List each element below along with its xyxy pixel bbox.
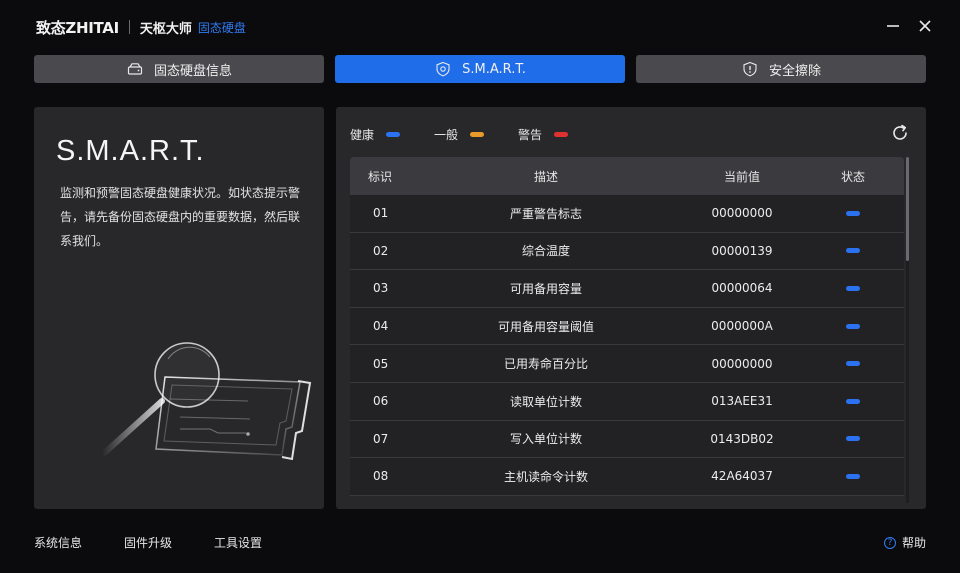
header-value: 当前值 [723,169,760,184]
tab-smart-label: S.M.A.R.T. [462,61,526,77]
row-id: 04 [373,319,389,334]
row-id: 07 [373,431,389,446]
row-id: 02 [373,243,389,258]
system-info-link[interactable]: 系统信息 [34,534,82,551]
status-indicator [846,210,860,216]
smart-intro-panel: S.M.A.R.T. 监测和预警固态硬盘健康状况。如状态提示警告，请先备份固态硬… [34,107,324,509]
legend-warning: 警告 [518,126,569,143]
panel-title: S.M.A.R.T. [56,135,205,167]
help-icon: ? [883,536,896,549]
smart-table: 标识 描述 当前值 状态 01 严重警告标志 00000000 02 综合温度 … [350,157,904,496]
tab-ssd-info-label: 固态硬盘信息 [153,63,232,79]
table-row: 01 严重警告标志 00000000 [350,195,904,233]
legend-normal-label: 一般 [434,128,459,142]
legend-normal-swatch [470,132,485,137]
row-desc: 严重警告标志 [509,206,582,221]
minimize-icon [887,25,899,27]
status-indicator [846,398,860,404]
status-indicator [846,473,860,479]
status-indicator [846,323,860,329]
row-value: 0000000A [711,319,773,334]
tool-settings-link[interactable]: 工具设置 [214,534,262,551]
footer-nav: 系统信息 固件升级 工具设置 [34,534,262,551]
product-subtitle: 固态硬盘 [197,20,246,35]
tab-secure-erase[interactable]: 安全擦除 [636,55,926,83]
table-row: 07 写入单位计数 0143DB02 [350,420,904,459]
refresh-button[interactable] [890,123,910,143]
header-id: 标识 [368,169,393,184]
status-indicator [846,361,860,367]
shield-alert-icon [741,60,759,78]
refresh-icon [893,124,907,140]
table-row: 03 可用备用容量 00000064 [350,270,904,308]
legend-healthy: 健康 [350,126,401,143]
row-value: 00000000 [711,356,773,371]
ssd-magnifier-illustration [99,342,312,461]
window-controls [884,16,934,36]
table-scrollbar-thumb[interactable] [906,157,909,261]
legend-warning-swatch [554,132,569,137]
row-value: 013AEE31 [711,394,773,409]
firmware-upgrade-link[interactable]: 固件升级 [124,534,172,551]
shield-icon [434,60,452,78]
header-desc: 描述 [533,169,558,184]
row-desc: 综合温度 [521,244,570,259]
smart-data-panel: 健康 一般 警告 标识 描述 当前值 状态 01 严重警告标志 00000000 [336,107,926,509]
brand-divider [128,20,130,34]
close-icon [919,20,931,32]
row-value: 00000139 [711,243,773,258]
brand: 致态ZHITAI 天枢大师 固态硬盘 [36,16,246,38]
drive-icon [126,60,144,78]
table-row: 05 已用寿命百分比 00000000 [350,345,904,383]
row-value: 42A64037 [711,469,773,484]
product-name: 天枢大师 [139,21,192,37]
status-indicator [846,285,860,291]
help-button[interactable]: ? 帮助 [883,534,926,551]
row-value: 00000064 [711,281,773,296]
row-value: 00000000 [711,206,773,221]
row-desc: 已用寿命百分比 [503,357,588,372]
row-id: 05 [373,356,389,371]
row-desc: 主机读命令计数 [503,469,588,484]
tab-secure-erase-label: 安全擦除 [768,63,821,79]
table-body: 01 严重警告标志 00000000 02 综合温度 00000139 03 可… [350,195,904,496]
tab-smart[interactable]: S.M.A.R.T. [335,55,625,83]
row-id: 01 [373,206,389,221]
table-row: 04 可用备用容量阈值 0000000A [350,307,904,346]
table-header: 标识 描述 当前值 状态 [350,157,904,195]
status-legend: 健康 一般 警告 [350,126,602,143]
legend-normal: 一般 [434,126,485,143]
row-id: 08 [373,469,389,484]
status-indicator [846,436,860,442]
minimize-button[interactable] [884,16,902,36]
table-row: 06 读取单位计数 013AEE31 [350,382,904,421]
tab-ssd-info[interactable]: 固态硬盘信息 [34,55,324,83]
row-desc: 读取单位计数 [509,394,582,409]
table-row: 02 综合温度 00000139 [350,232,904,271]
brand-logo: 致态ZHITAI [36,18,119,37]
legend-healthy-swatch [386,132,401,137]
close-button[interactable] [916,16,934,36]
panel-description: 监测和预警固态硬盘健康状况。如状态提示警告，请先备份固态硬盘内的重要数据，然后联… [60,186,301,248]
row-desc: 可用备用容量 [509,281,582,296]
legend-warning-label: 警告 [518,128,543,142]
table-row: 08 主机读命令计数 42A64037 [350,458,904,496]
row-desc: 写入单位计数 [509,432,582,447]
legend-healthy-label: 健康 [350,128,375,142]
status-indicator [846,248,860,254]
main-tabs: 固态硬盘信息 S.M.A.R.T. 安全擦除 [34,55,926,83]
row-id: 06 [373,394,389,409]
row-value: 0143DB02 [710,431,774,446]
header-status: 状态 [840,169,865,184]
help-label: 帮助 [901,536,926,550]
row-id: 03 [373,281,389,296]
row-desc: 可用备用容量阈值 [497,319,594,334]
title-bar: 致态ZHITAI 天枢大师 固态硬盘 [0,0,960,52]
